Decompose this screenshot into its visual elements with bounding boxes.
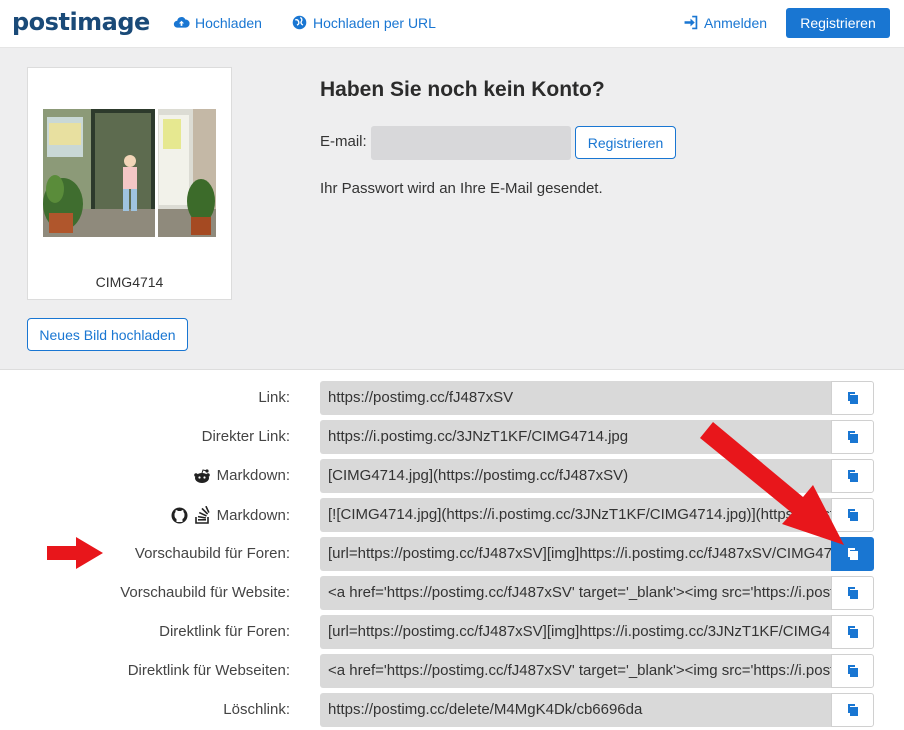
register-button[interactable]: Registrieren (786, 8, 890, 38)
forum-direct-link-row: Direktlink für Foren: [url=https://posti… (0, 615, 904, 649)
row-label: Link: (258, 389, 290, 406)
copy-icon (847, 665, 858, 677)
copy-icon (847, 626, 858, 638)
row-label: Markdown: (171, 506, 290, 524)
direct-link-row: Direkter Link: https://i.postimg.cc/3JNz… (0, 420, 904, 454)
markdown-field[interactable]: [CIMG4714.jpg](https://postimg.cc/fJ487x… (320, 459, 831, 493)
login-link[interactable]: Anmelden (682, 14, 767, 31)
copy-icon (847, 587, 858, 599)
image-thumbnail[interactable] (43, 109, 216, 237)
globe-icon (292, 15, 307, 30)
copy-button[interactable] (831, 654, 874, 688)
email-register-button[interactable]: Registrieren (575, 126, 676, 159)
email-field[interactable] (371, 126, 571, 160)
row-label: Vorschaubild für Foren: (134, 545, 290, 562)
copy-button[interactable] (831, 498, 874, 532)
delete-link-field[interactable]: https://postimg.cc/delete/M4MgK4Dk/cb669… (320, 693, 831, 727)
link-row: Link: https://postimg.cc/fJ487xSV (0, 381, 904, 415)
direct-link-field[interactable]: https://i.postimg.cc/3JNzT1KF/CIMG4714.j… (320, 420, 831, 454)
sign-in-icon (684, 15, 698, 30)
copy-button[interactable] (831, 693, 874, 727)
copy-button[interactable] (831, 576, 874, 610)
webpage-direct-link-field[interactable]: <a href='https://postimg.cc/fJ487xSV' ta… (320, 654, 831, 688)
copy-button-active[interactable] (831, 537, 874, 571)
image-name: CIMG4714 (95, 274, 164, 290)
row-label: Markdown: (193, 467, 290, 484)
markdown-reddit-row: Markdown: [CIMG4714.jpg](https://postimg… (0, 459, 904, 493)
copy-icon (847, 392, 858, 404)
delete-link-row: Löschlink: https://postimg.cc/delete/M4M… (0, 693, 904, 727)
cloud-upload-icon (173, 17, 190, 28)
postimage-logo[interactable]: postimage (12, 8, 150, 36)
row-label: Vorschaubild für Website: (120, 584, 290, 601)
email-label: E-mail: (320, 133, 367, 150)
account-heading: Haben Sie noch kein Konto? (320, 78, 605, 101)
copy-icon (847, 509, 858, 521)
github-icon (171, 507, 188, 523)
copy-button[interactable] (831, 615, 874, 649)
forum-thumbnail-field[interactable]: [url=https://postimg.cc/fJ487xSV][img]ht… (320, 537, 831, 571)
thumbnail-photo (43, 109, 216, 237)
forum-direct-link-field[interactable]: [url=https://postimg.cc/fJ487xSV][img]ht… (320, 615, 831, 649)
website-thumbnail-row: Vorschaubild für Website: <a href='https… (0, 576, 904, 610)
reddit-icon (193, 468, 210, 483)
copy-button[interactable] (831, 381, 874, 415)
login-link-label: Anmelden (704, 14, 768, 31)
link-field[interactable]: https://postimg.cc/fJ487xSV (320, 381, 831, 415)
upload-url-link[interactable]: Hochladen per URL (291, 14, 436, 31)
website-thumbnail-field[interactable]: <a href='https://postimg.cc/fJ487xSV' ta… (320, 576, 831, 610)
stackoverflow-icon (194, 506, 210, 524)
row-label: Löschlink: (223, 701, 290, 718)
row-label: Direktlink für Webseiten: (127, 662, 290, 679)
upload-url-link-label: Hochladen per URL (313, 14, 436, 31)
image-card: CIMG4714 (27, 67, 232, 300)
copy-icon (847, 470, 858, 482)
copy-button[interactable] (831, 420, 874, 454)
password-note: Ihr Passwort wird an Ihre E-Mail gesende… (320, 180, 603, 197)
copy-icon (847, 548, 858, 560)
upload-link[interactable]: Hochladen (173, 14, 262, 31)
markdown-github-row: Markdown: [![CIMG4714.jpg](https://i.pos… (0, 498, 904, 532)
top-navbar: postimage Hochladen Hochladen per URL An… (0, 0, 904, 48)
forum-thumbnail-row: Vorschaubild für Foren: [url=https://pos… (0, 537, 904, 571)
row-label: Direktlink für Foren: (159, 623, 290, 640)
copy-icon (847, 431, 858, 443)
row-label: Direkter Link: (201, 428, 290, 445)
webpage-direct-link-row: Direktlink für Webseiten: <a href='https… (0, 654, 904, 688)
copy-icon (847, 704, 858, 716)
markdown-github-field[interactable]: [![CIMG4714.jpg](https://i.postimg.cc/3J… (320, 498, 831, 532)
upload-result-panel: CIMG4714 Neues Bild hochladen Haben Sie … (0, 48, 904, 370)
copy-button[interactable] (831, 459, 874, 493)
new-upload-button[interactable]: Neues Bild hochladen (27, 318, 188, 351)
upload-link-label: Hochladen (195, 14, 262, 31)
